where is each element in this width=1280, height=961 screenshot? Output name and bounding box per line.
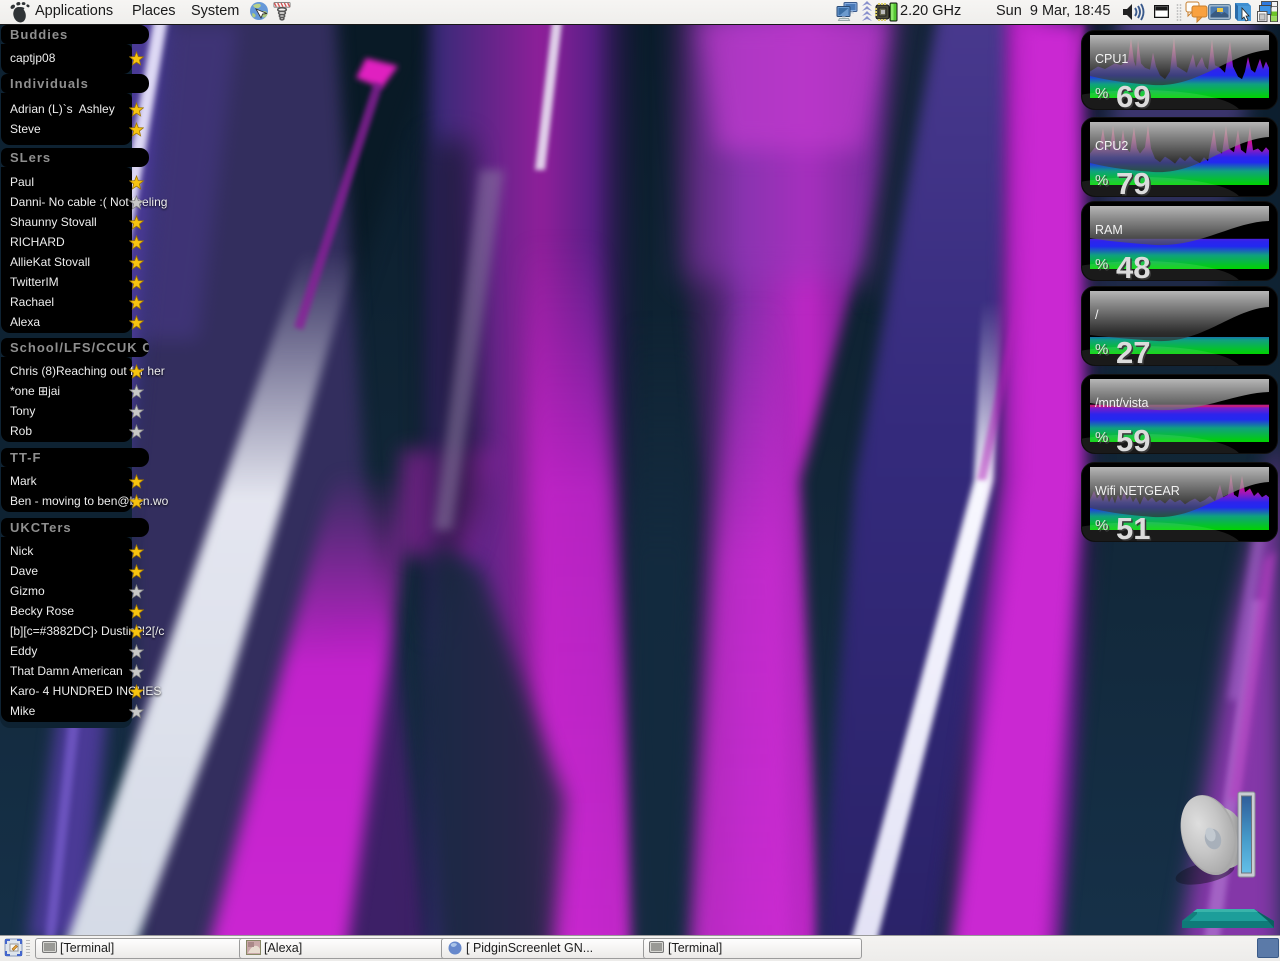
svg-text:51: 51 bbox=[1116, 511, 1150, 542]
svg-text:CPU2: CPU2 bbox=[1095, 139, 1128, 153]
svg-text:48: 48 bbox=[1116, 250, 1150, 281]
svg-text:%: % bbox=[1095, 517, 1108, 534]
svg-text:%: % bbox=[1095, 256, 1108, 273]
svg-text:/: / bbox=[1095, 308, 1099, 322]
svg-text:%: % bbox=[1095, 172, 1108, 189]
svg-text:27: 27 bbox=[1116, 335, 1150, 366]
svg-text:79: 79 bbox=[1116, 166, 1150, 197]
svg-text:Wifi NETGEAR: Wifi NETGEAR bbox=[1095, 484, 1180, 498]
svg-text:59: 59 bbox=[1116, 423, 1150, 454]
svg-text:%: % bbox=[1095, 341, 1108, 358]
svg-text:/mnt/vista: /mnt/vista bbox=[1095, 396, 1149, 410]
svg-text:%: % bbox=[1095, 85, 1108, 102]
svg-text:RAM: RAM bbox=[1095, 223, 1123, 237]
svg-text:CPU1: CPU1 bbox=[1095, 52, 1128, 66]
svg-text:%: % bbox=[1095, 429, 1108, 446]
svg-text:69: 69 bbox=[1116, 79, 1150, 110]
